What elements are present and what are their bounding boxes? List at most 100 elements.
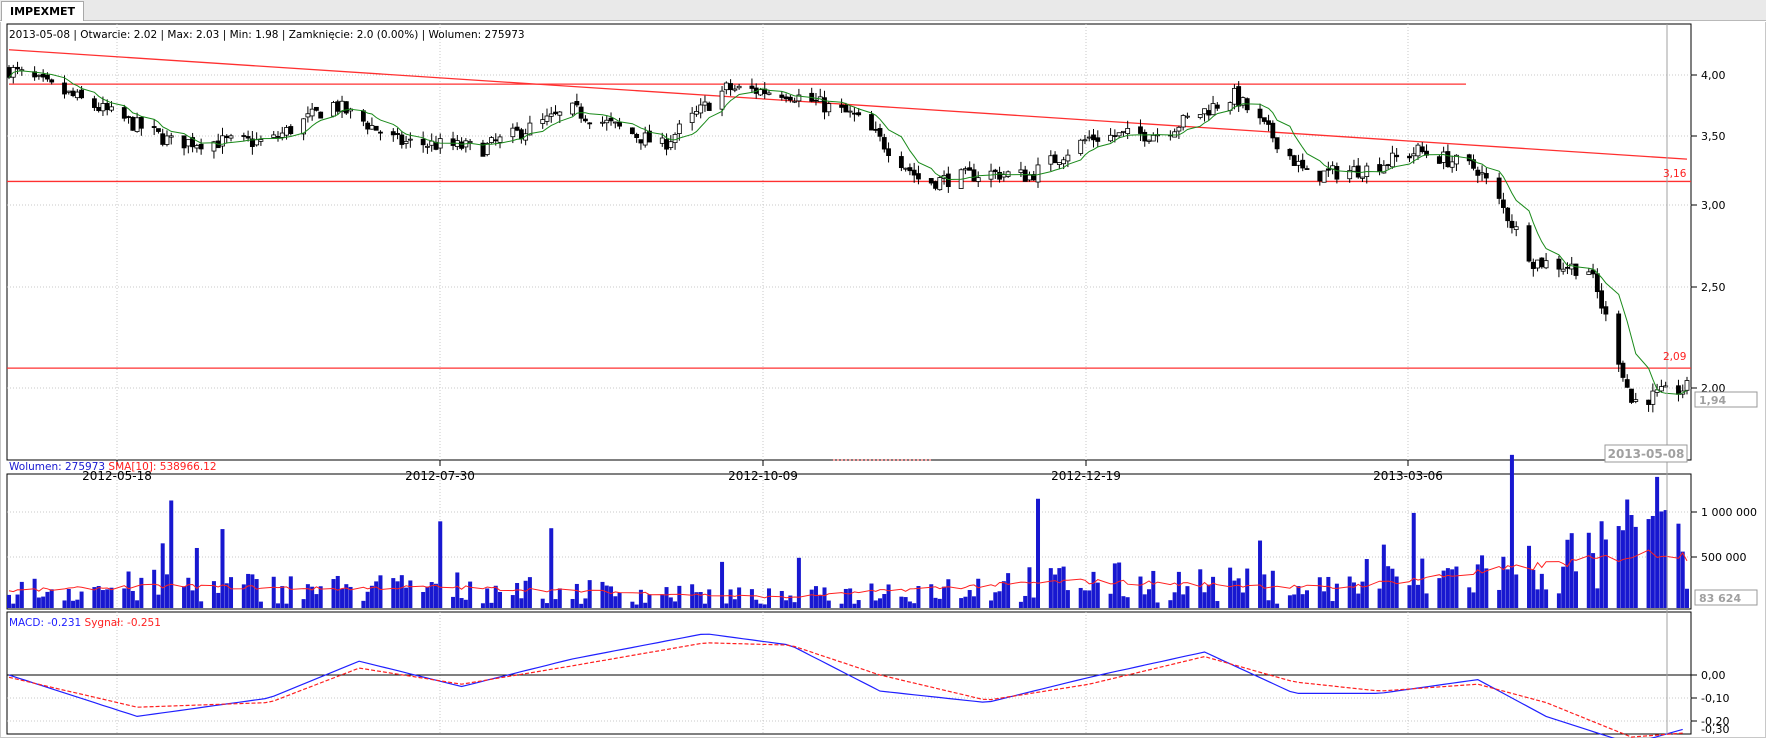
candle-body [62,82,67,95]
candle-body [1479,172,1485,175]
volume-bar [271,576,276,608]
volume-bar [1121,596,1126,608]
volume-bar [19,581,24,608]
candle-body [1385,164,1391,166]
candle-body [1629,388,1634,403]
volume-bar [1334,583,1339,608]
volume-bar [899,596,904,608]
candle-body [1052,154,1058,164]
volume-bar [647,594,652,608]
volume-bar [421,591,426,608]
candle-body [467,141,473,143]
volume-bar [1155,602,1160,608]
volume-bar [767,588,772,608]
volume-bar [1390,568,1395,608]
candle-body [66,90,72,93]
volume-bar [1211,576,1216,608]
volume-bar [604,585,609,608]
volume-bar [937,598,942,608]
volume-bar [314,594,319,608]
candle-body [839,104,844,108]
volume-bar [544,603,549,608]
volume-bar [96,586,101,608]
volume-y-tick: 500 000 [1701,551,1747,564]
volume-bar [1544,589,1549,608]
volume-bar [826,600,831,608]
candle-body [1261,117,1267,122]
volume-bar [75,599,80,608]
volume-bar [1300,594,1305,608]
info-max-label: Max: [167,29,192,41]
volume-bar [617,592,622,608]
candle-body [612,121,618,124]
volume-bar [1407,585,1412,608]
candle-body [1001,174,1007,178]
volume-bar [1006,573,1011,608]
volume-bar [1659,511,1664,608]
candle-body [903,167,909,170]
candle-body [1436,156,1442,164]
candle-body [484,143,490,155]
volume-bar [1147,589,1152,608]
candle-body [736,85,742,89]
candle-body [933,181,938,189]
candle-body [1603,306,1609,315]
candle-body [151,126,157,128]
volume-bar [1206,584,1211,608]
volume-bar [369,585,374,608]
volume-bar [7,594,11,608]
volume-bar [1091,571,1096,608]
volume-bar [1676,523,1681,608]
volume-bar [258,601,263,608]
volume-bar [66,589,71,608]
volume-bar [1270,570,1275,608]
volume-bar [1625,499,1630,608]
candle-body [1496,177,1502,199]
volume-bar [707,589,712,608]
candle-body [45,74,50,80]
volume-bar [1087,590,1092,608]
candle-body [164,135,170,145]
volume-bar [1023,595,1028,608]
candle-body [1236,86,1242,107]
volume-bar [1292,594,1297,608]
candle-body [1355,165,1361,178]
volume-bar [583,598,588,608]
candle-body [365,122,371,130]
candle-body [1232,88,1237,105]
volume-bar [971,596,976,608]
candle-body [399,134,405,145]
candle-body [1676,385,1681,395]
volume-bar [1467,587,1472,608]
volume-bar [1680,551,1685,608]
candle-body [100,103,106,112]
candle-body [1108,134,1113,142]
macd-panel [6,611,1692,735]
candle-body [1360,176,1365,179]
date-tick: 2012-12-19 [1051,469,1121,483]
stock-chart[interactable]: 2013-05-08 | Otwarcie: 2.02 | Max: 2.03 … [1,22,1766,738]
volume-bar [220,529,225,608]
volume-bar [732,599,737,608]
volume-bar [1048,568,1053,608]
volume-bar [301,599,306,608]
volume-bar [1531,569,1536,608]
candle-body [369,125,375,130]
candle-body [1274,137,1280,150]
volume-bar [1001,581,1006,608]
volume-bar [959,598,964,608]
volume-bar [49,589,54,608]
candle-body [1214,104,1220,109]
volume-bar [164,574,169,608]
candle-body [288,126,294,135]
volume-bar [1509,454,1514,608]
candle-body [343,101,349,114]
tab-impexmet[interactable]: IMPEXMET [1,1,85,21]
candle-body [335,101,341,112]
candle-body [420,138,426,146]
volume-bar [182,586,187,608]
volume-bar [122,588,127,608]
volume-bar [1420,558,1425,608]
volume-bar [331,579,336,608]
volume-bar [989,600,994,608]
